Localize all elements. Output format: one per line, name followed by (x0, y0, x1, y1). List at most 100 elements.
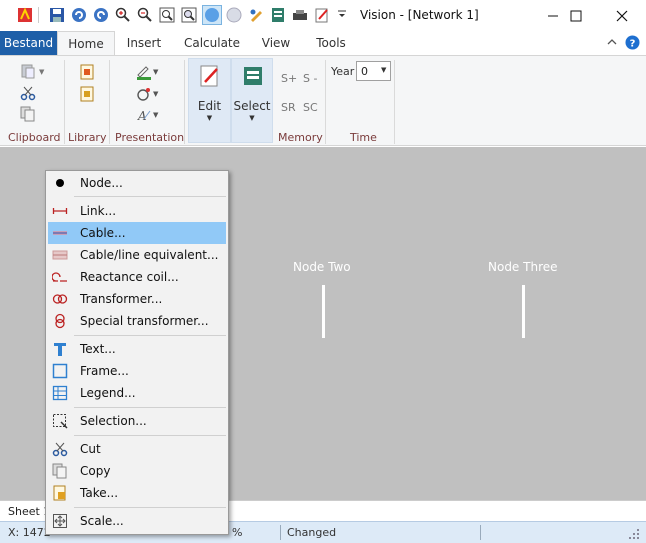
print-icon[interactable] (269, 6, 287, 24)
customize-dropdown-icon[interactable] (333, 6, 351, 24)
pen-color-dropdown-icon[interactable]: ▼ (153, 68, 158, 76)
copy-icon (52, 463, 68, 479)
resize-grip-icon[interactable] (628, 528, 640, 543)
year-dropdown-icon: ▼ (381, 66, 387, 74)
menu-item-text[interactable]: Text... (48, 338, 226, 360)
menu-item-label: Scale... (80, 514, 124, 528)
scale-icon (52, 513, 68, 529)
paste-dropdown-icon[interactable]: ▼ (39, 68, 44, 76)
menu-item-label: Node... (80, 176, 123, 190)
memory-store-button[interactable]: S+ (281, 72, 297, 85)
node-busbar[interactable] (522, 285, 525, 338)
redo-icon[interactable] (92, 6, 110, 24)
collapse-ribbon-icon[interactable] (605, 35, 619, 49)
menu-item-reactance-coil[interactable]: Reactance coil... (48, 266, 226, 288)
zoom-fit-icon[interactable] (180, 6, 198, 24)
edit-button[interactable]: Edit ▼ (188, 58, 231, 143)
menu-item-scale[interactable]: Scale... (48, 510, 226, 532)
memory-clear-button[interactable]: SC (303, 101, 318, 114)
shape-style-icon[interactable] (136, 86, 152, 102)
save-icon[interactable] (48, 6, 66, 24)
node-label: Node Three (488, 260, 558, 274)
year-label: Year (331, 65, 355, 78)
ribbon: ▼ Clipboard Library ▼ ▼ A ▼ Presentation… (0, 55, 646, 146)
menu-item-label: Selection... (80, 414, 147, 428)
svg-text:?: ? (630, 39, 636, 50)
window-title: Vision - [Network 1] (360, 8, 479, 22)
zoom-in-icon[interactable] (114, 6, 132, 24)
menu-item-cable[interactable]: Cable... (48, 222, 226, 244)
node-mode-icon[interactable] (225, 6, 243, 24)
paste-icon[interactable] (20, 63, 36, 79)
shape-style-dropdown-icon[interactable]: ▼ (153, 90, 158, 98)
memory-recall-button[interactable]: SR (281, 101, 296, 114)
memory-remove-button[interactable]: S - (303, 72, 317, 85)
menu-item-label: Cable/line equivalent... (80, 248, 219, 262)
cable-equivalent-icon (52, 247, 68, 263)
context-menu: Node... Link... Cable... Cable/line equi… (45, 170, 229, 535)
select-dropdown-icon: ▼ (249, 114, 255, 122)
menu-item-frame[interactable]: Frame... (48, 360, 226, 382)
pen-color-icon[interactable] (136, 64, 152, 80)
tab-home[interactable]: Home (57, 31, 115, 56)
menu-item-selection[interactable]: Selection... (48, 410, 226, 432)
menu-item-legend[interactable]: Legend... (48, 382, 226, 404)
status-state: Changed (287, 526, 337, 539)
menu-item-node[interactable]: Node... (48, 172, 226, 194)
help-icon[interactable]: ? (625, 35, 640, 50)
pan-icon[interactable] (247, 6, 265, 24)
library-export-icon[interactable] (79, 86, 95, 102)
status-zoom: % (232, 526, 243, 539)
group-label-clipboard: Clipboard (8, 131, 61, 144)
select-mode-icon[interactable] (202, 5, 222, 25)
app-logo-icon[interactable] (16, 6, 34, 24)
undo-icon[interactable] (70, 6, 88, 24)
close-icon[interactable] (599, 0, 645, 31)
node-busbar[interactable] (322, 285, 325, 338)
tab-calculate[interactable]: Calculate (180, 31, 244, 55)
menu-item-cut[interactable]: Cut (48, 438, 226, 460)
select-button[interactable]: Select ▼ (231, 58, 273, 143)
tab-view[interactable]: View (255, 31, 297, 55)
font-style-icon[interactable]: A (136, 107, 152, 123)
node-dot-icon (52, 175, 68, 191)
text-icon (52, 341, 68, 357)
print-preview-icon[interactable] (291, 6, 309, 24)
frame-icon (52, 363, 68, 379)
transformer-icon (52, 291, 68, 307)
year-select[interactable]: 0 ▼ (356, 61, 391, 81)
menu-item-label: Take... (80, 486, 119, 500)
menu-item-label: Text... (80, 342, 116, 356)
menu-item-copy[interactable]: Copy (48, 460, 226, 482)
cut-icon (52, 441, 68, 457)
group-label-time: Time (350, 131, 377, 144)
copy-icon[interactable] (20, 106, 36, 122)
font-style-dropdown-icon[interactable]: ▼ (153, 111, 158, 119)
library-import-icon[interactable] (79, 64, 95, 80)
menu-item-link[interactable]: Link... (48, 200, 226, 222)
menu-item-special-transformer[interactable]: Special transformer... (48, 310, 226, 332)
menu-item-label: Transformer... (80, 292, 163, 306)
zoom-out-icon[interactable] (136, 6, 154, 24)
menu-item-label: Legend... (80, 386, 136, 400)
tab-tools[interactable]: Tools (308, 31, 354, 55)
edit-dropdown-icon: ▼ (206, 114, 213, 122)
zoom-window-icon[interactable] (158, 6, 176, 24)
menu-item-transformer[interactable]: Transformer... (48, 288, 226, 310)
menu-item-label: Reactance coil... (80, 270, 179, 284)
edit-large-icon (200, 65, 220, 90)
select-button-label: Select (233, 99, 271, 113)
menu-item-label: Cut (80, 442, 101, 456)
menu-item-take[interactable]: Take... (48, 482, 226, 504)
select-large-icon (243, 65, 263, 90)
tab-file[interactable]: Bestand (0, 31, 57, 55)
legend-icon (52, 385, 68, 401)
cut-icon[interactable] (20, 85, 36, 101)
menu-item-cable-equivalent[interactable]: Cable/line equivalent... (48, 244, 226, 266)
edit-icon[interactable] (313, 6, 331, 24)
selection-icon (52, 413, 68, 429)
node-label: Node Two (293, 260, 351, 274)
tab-insert[interactable]: Insert (120, 31, 168, 55)
maximize-icon[interactable] (553, 0, 599, 31)
reactance-coil-icon (52, 269, 68, 285)
